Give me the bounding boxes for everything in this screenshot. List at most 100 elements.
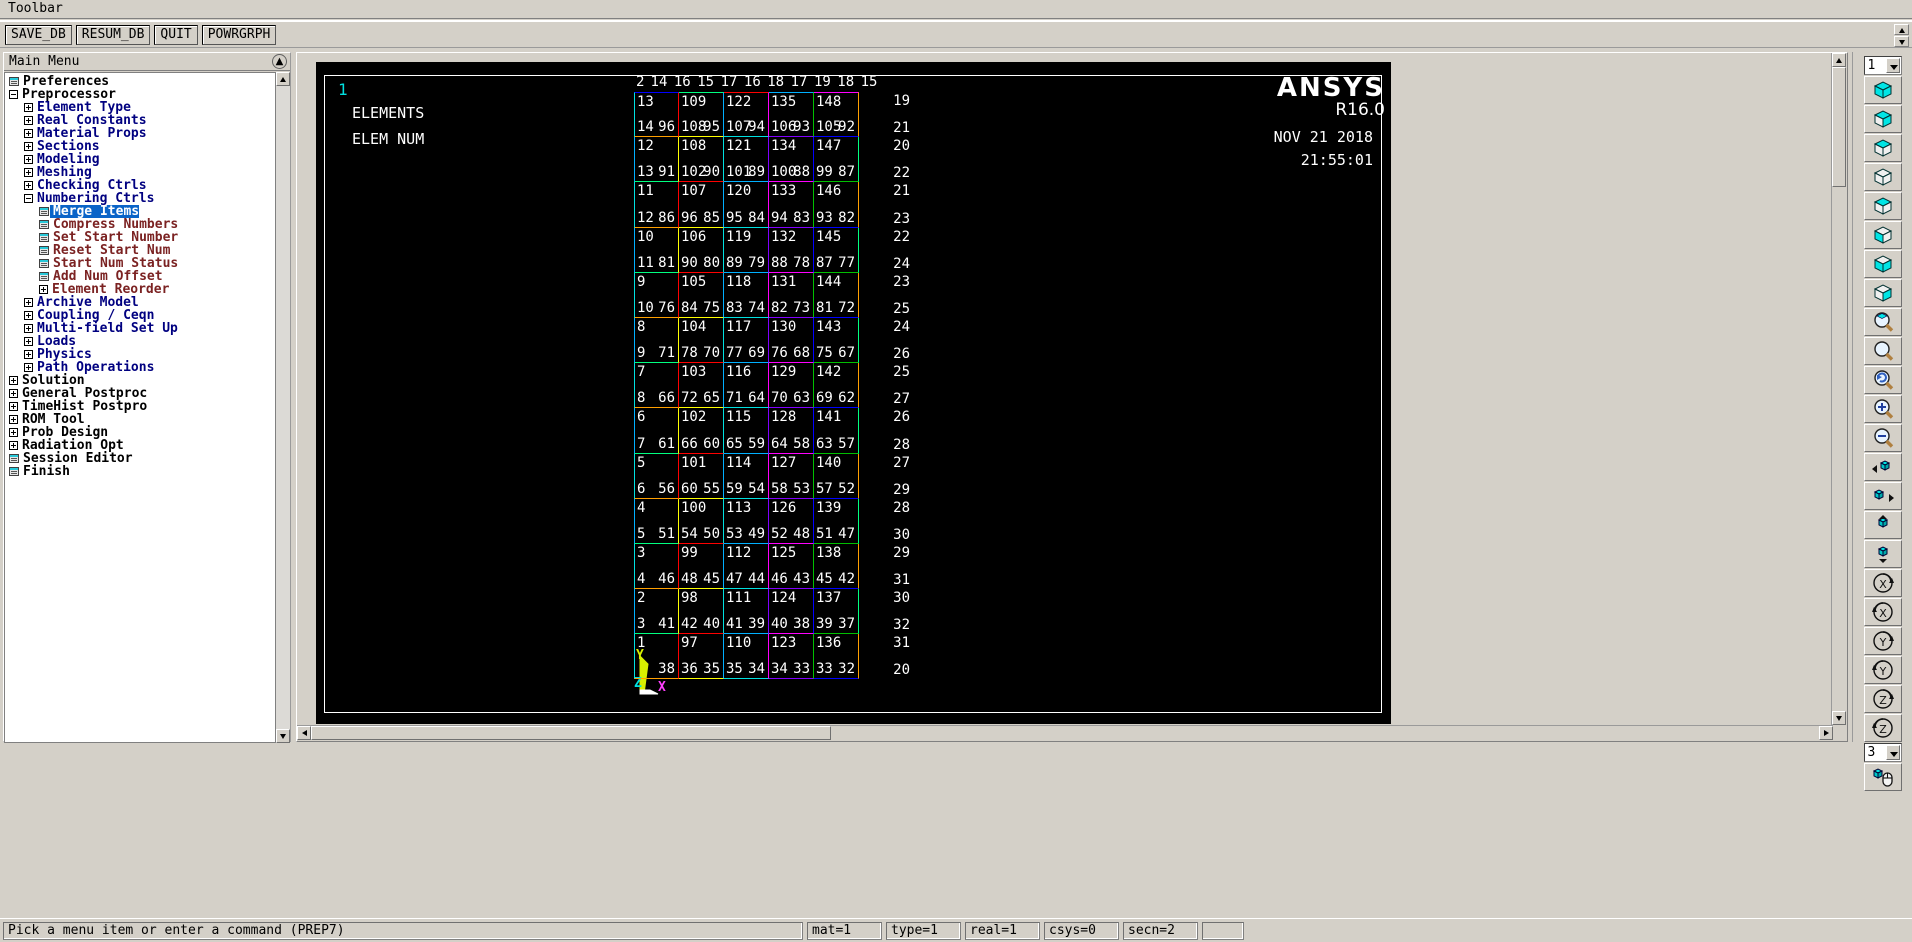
left-view-icon[interactable] bbox=[1863, 250, 1902, 278]
save-db-button[interactable]: SAVE_DB bbox=[5, 25, 72, 45]
graphics-vscroll-thumb[interactable] bbox=[1832, 67, 1846, 187]
expand-plus-icon[interactable] bbox=[24, 324, 33, 333]
element-left-label: 64 bbox=[771, 435, 788, 452]
element-right-label: 38 bbox=[658, 661, 675, 678]
element-right-label: 68 bbox=[793, 345, 810, 362]
graphics-vertical-scrollbar[interactable] bbox=[1831, 53, 1847, 725]
mesh-element-cell: 138 45 42 bbox=[814, 543, 859, 590]
element-left-label: 33 bbox=[816, 661, 833, 678]
mesh-element-cell: 136 33 32 bbox=[814, 634, 859, 680]
expand-plus-icon[interactable] bbox=[39, 285, 48, 294]
mesh-element-cell: 129 70 63 bbox=[769, 363, 814, 409]
toolbar-scroll-down-icon[interactable] bbox=[1894, 36, 1909, 47]
element-left-label: 53 bbox=[726, 525, 743, 542]
element-right-label: 53 bbox=[793, 480, 810, 497]
rotate-x-minus-icon[interactable]: X bbox=[1863, 598, 1902, 626]
isometric-view-icon[interactable] bbox=[1863, 76, 1902, 104]
element-left-label: 6 bbox=[637, 480, 646, 497]
back-up-zoom-icon[interactable] bbox=[1863, 366, 1902, 394]
expand-plus-icon[interactable] bbox=[9, 415, 18, 424]
pan-up-icon[interactable] bbox=[1863, 511, 1902, 539]
expand-plus-icon[interactable] bbox=[9, 428, 18, 437]
expand-plus-icon[interactable] bbox=[24, 363, 33, 372]
graphics-horizontal-scrollbar[interactable] bbox=[297, 725, 1833, 741]
graphics-window[interactable]: 1 ELEMENTS ELEM NUM ANSYS R16.0 NOV 21 2… bbox=[296, 52, 1848, 742]
expand-plus-icon[interactable] bbox=[24, 298, 33, 307]
menu-scroll-up-icon[interactable] bbox=[276, 72, 290, 86]
mesh-element-cell: 115 65 59 bbox=[724, 408, 769, 454]
toolbar-button-row: SAVE_DB RESUM_DB QUIT POWRGRPH bbox=[0, 20, 1912, 48]
rotate-z-plus-icon[interactable]: Z bbox=[1863, 685, 1902, 713]
expand-plus-icon[interactable] bbox=[24, 103, 33, 112]
sidebar-item-numbering-ctrls[interactable]: Numbering Ctrls bbox=[5, 192, 277, 205]
bottom-view-icon[interactable] bbox=[1863, 221, 1902, 249]
toolbar-scroll-up-icon[interactable] bbox=[1894, 24, 1909, 35]
expand-plus-icon[interactable] bbox=[24, 168, 33, 177]
zoom-box-icon[interactable] bbox=[1863, 337, 1902, 365]
rotate-y-minus-icon[interactable]: Y bbox=[1863, 656, 1902, 684]
pan-left-icon[interactable] bbox=[1863, 453, 1902, 481]
expand-plus-icon[interactable] bbox=[24, 337, 33, 346]
element-number-label: 98 bbox=[681, 590, 698, 607]
element-left-label: 60 bbox=[681, 480, 698, 497]
quit-button[interactable]: QUIT bbox=[154, 25, 198, 45]
element-number-label: 112 bbox=[726, 544, 752, 561]
top-view-icon[interactable] bbox=[1863, 192, 1902, 220]
expand-plus-icon[interactable] bbox=[9, 376, 18, 385]
main-menu-scrollbar[interactable] bbox=[275, 72, 290, 743]
rotate-x-plus-icon[interactable]: X bbox=[1863, 569, 1902, 597]
zoom-in-icon[interactable] bbox=[1863, 395, 1902, 423]
chevron-down-icon[interactable] bbox=[1885, 745, 1900, 760]
dynamic-mode-mouse-icon[interactable] bbox=[1863, 763, 1902, 791]
collapse-minus-icon[interactable] bbox=[24, 194, 33, 203]
menu-scroll-down-icon[interactable] bbox=[276, 729, 290, 743]
expand-plus-icon[interactable] bbox=[9, 402, 18, 411]
chevron-up-icon[interactable]: ▲ bbox=[272, 54, 287, 69]
element-right-label: 69 bbox=[748, 345, 765, 362]
mesh-edge-top-label: 24 bbox=[893, 318, 910, 335]
oblique-view-icon[interactable] bbox=[1863, 105, 1902, 133]
graphics-scroll-up-icon[interactable] bbox=[1832, 53, 1846, 67]
powrgraph-button[interactable]: POWRGRPH bbox=[201, 25, 277, 45]
toolbar-scroll-buttons[interactable] bbox=[1894, 24, 1910, 48]
graphics-canvas[interactable]: 1 ELEMENTS ELEM NUM ANSYS R16.0 NOV 21 2… bbox=[316, 62, 1391, 724]
element-right-label: 89 bbox=[748, 164, 765, 181]
graphics-scroll-down-icon[interactable] bbox=[1832, 711, 1846, 725]
expand-plus-icon[interactable] bbox=[24, 350, 33, 359]
expand-plus-icon[interactable] bbox=[24, 129, 33, 138]
front-view-icon[interactable] bbox=[1863, 134, 1902, 162]
mesh-element-cell: 13 14 96 bbox=[634, 92, 679, 138]
expand-plus-icon[interactable] bbox=[9, 441, 18, 450]
chevron-down-icon[interactable] bbox=[1885, 58, 1900, 73]
window-number-select[interactable]: 1 bbox=[1863, 56, 1902, 75]
view-number-select[interactable]: 3 bbox=[1863, 743, 1902, 762]
pan-down-icon[interactable] bbox=[1863, 540, 1902, 568]
graphics-scroll-right-icon[interactable] bbox=[1819, 726, 1833, 740]
expand-plus-icon[interactable] bbox=[24, 142, 33, 151]
zoom-out-icon[interactable] bbox=[1863, 424, 1902, 452]
sidebar-item-finish[interactable]: Finish bbox=[5, 465, 277, 478]
element-left-label: 35 bbox=[726, 661, 743, 678]
fit-view-icon[interactable] bbox=[1863, 308, 1902, 336]
expand-plus-icon[interactable] bbox=[24, 155, 33, 164]
element-number-label: 5 bbox=[637, 454, 646, 471]
mesh-element-cell: 102 66 60 bbox=[679, 408, 724, 454]
element-left-label: 41 bbox=[726, 616, 743, 633]
expand-plus-icon[interactable] bbox=[24, 116, 33, 125]
expand-plus-icon[interactable] bbox=[24, 311, 33, 320]
element-number-label: 7 bbox=[637, 364, 646, 381]
pan-right-icon[interactable] bbox=[1863, 482, 1902, 510]
graphics-scroll-left-icon[interactable] bbox=[297, 726, 311, 740]
mesh-element-cell: 144 81 72 bbox=[814, 272, 859, 318]
menu-scroll-track[interactable] bbox=[276, 86, 290, 729]
expand-plus-icon[interactable] bbox=[24, 181, 33, 190]
expand-plus-icon[interactable] bbox=[9, 389, 18, 398]
svg-text:X: X bbox=[1879, 578, 1887, 591]
back-view-icon[interactable] bbox=[1863, 163, 1902, 191]
graphics-hscroll-thumb[interactable] bbox=[311, 726, 831, 740]
right-view-icon[interactable] bbox=[1863, 279, 1902, 307]
resume-db-button[interactable]: RESUM_DB bbox=[75, 25, 151, 45]
rotate-y-plus-icon[interactable]: Y bbox=[1863, 627, 1902, 655]
rotate-z-minus-icon[interactable]: Z bbox=[1863, 714, 1902, 742]
collapse-minus-icon[interactable] bbox=[9, 90, 18, 99]
